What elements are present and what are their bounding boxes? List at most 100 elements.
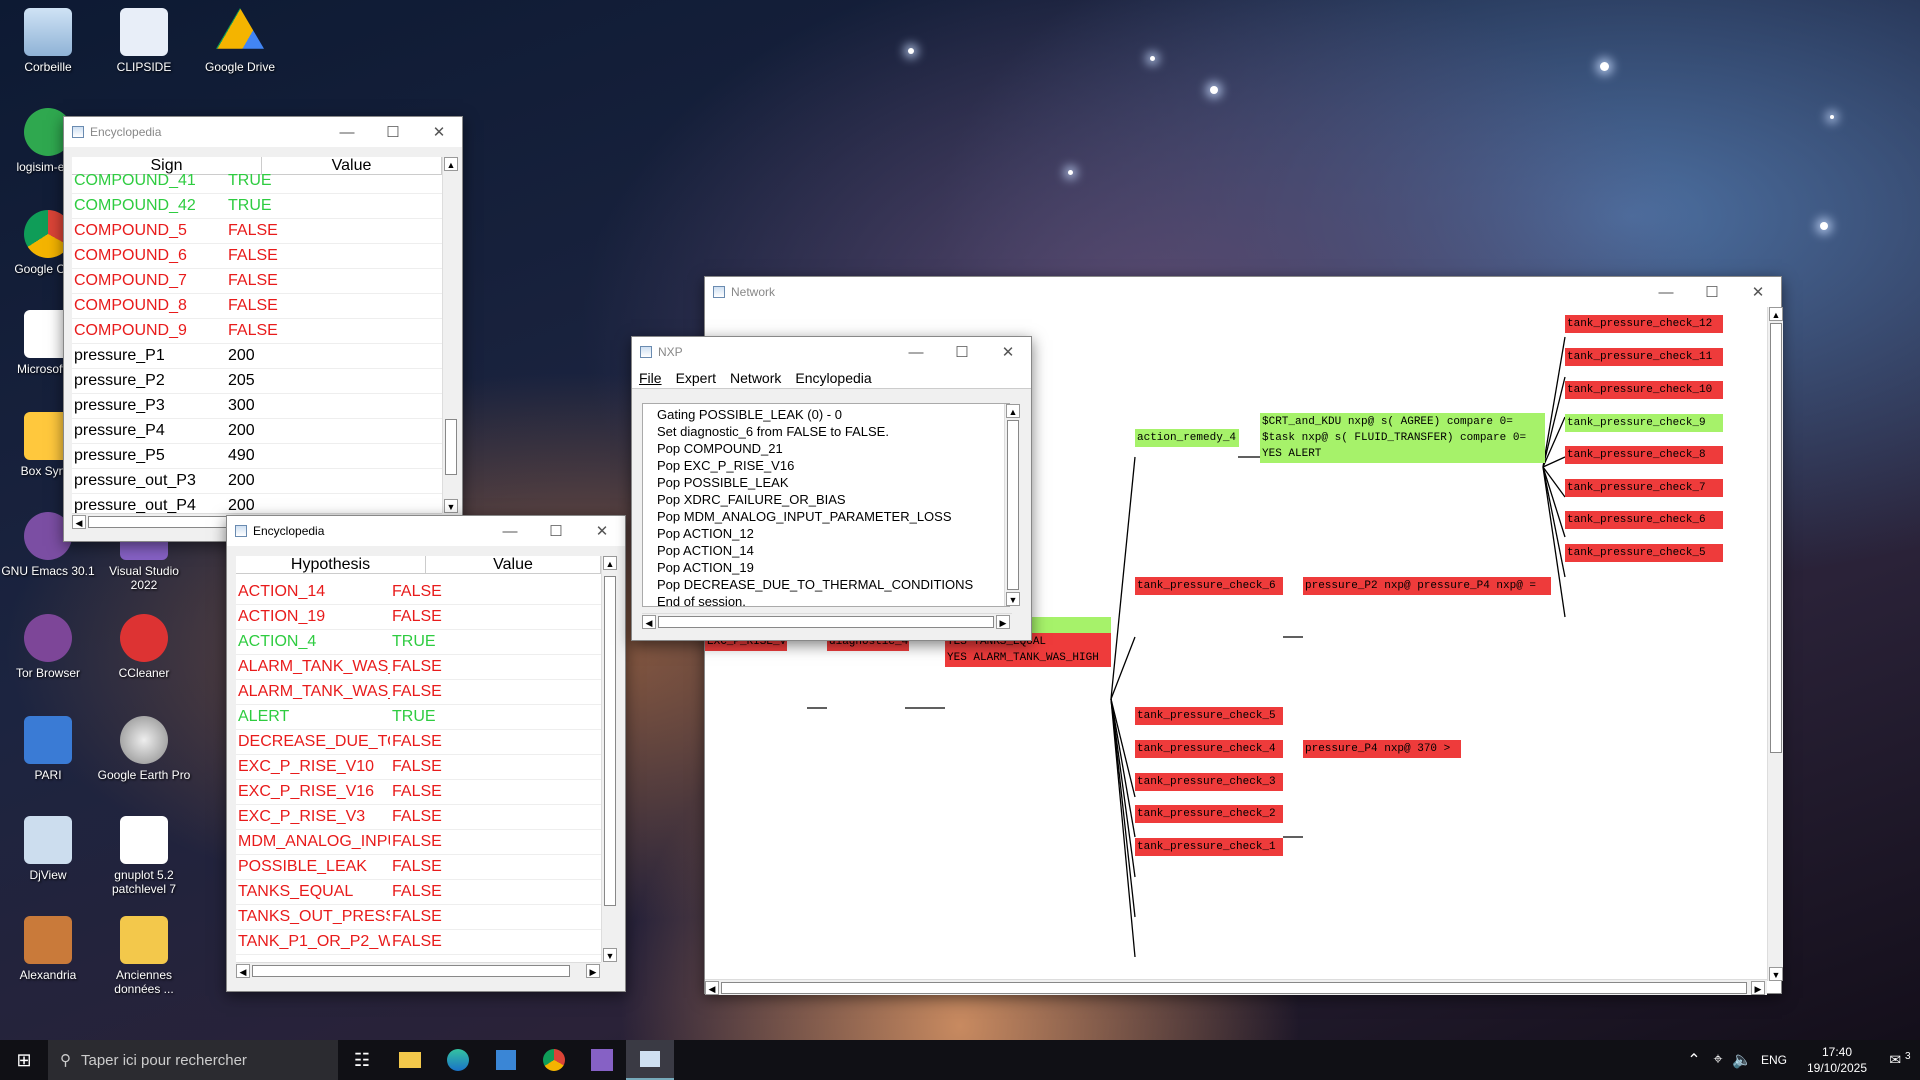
table-row[interactable]: pressure_P2 205 bbox=[72, 369, 442, 394]
desktop-icon-corbeille[interactable]: Corbeille bbox=[0, 8, 96, 74]
desktop-icon-anciennes[interactable]: Anciennes données ... bbox=[96, 916, 192, 996]
maximize-icon[interactable]: ☐ bbox=[533, 522, 579, 540]
table-row[interactable]: TANK_P1_OR_P2_WAS_IFALSE bbox=[236, 930, 601, 955]
close-icon[interactable]: ✕ bbox=[1735, 283, 1781, 301]
desktop-icon-pari[interactable]: PARI bbox=[0, 716, 96, 782]
table-row[interactable]: pressure_out_P4 200 bbox=[72, 494, 442, 513]
desktop-icon-gnuplot[interactable]: gnuplot 5.2 patchlevel 7 bbox=[96, 816, 192, 896]
table-row[interactable]: EXC_P_RISE_V16 FALSE bbox=[236, 780, 601, 805]
table-row[interactable]: ACTION_4 TRUE bbox=[236, 630, 601, 655]
vertical-scrollbar[interactable]: ▲ ▼ bbox=[601, 556, 617, 962]
table-row[interactable]: COMPOUND_7 FALSE bbox=[72, 269, 442, 294]
scroll-thumb[interactable] bbox=[252, 965, 570, 977]
scroll-right-icon[interactable]: ▶ bbox=[586, 964, 600, 978]
table-row[interactable]: pressure_out_P3 200 bbox=[72, 469, 442, 494]
table-row[interactable]: COMPOUND_8 FALSE bbox=[72, 294, 442, 319]
title-bar[interactable]: NXP — ☐ ✕ bbox=[632, 337, 1031, 367]
nxp-taskbar-icon[interactable] bbox=[626, 1040, 674, 1080]
close-icon[interactable]: ✕ bbox=[985, 343, 1031, 361]
desktop-icon-djview[interactable]: DjView bbox=[0, 816, 96, 882]
table-row[interactable]: COMPOUND_5 FALSE bbox=[72, 219, 442, 244]
menu-encylopedia[interactable]: Encylopedia bbox=[788, 370, 878, 386]
network-node[interactable]: action_remedy_4 bbox=[1135, 429, 1239, 447]
network-node[interactable]: tank_pressure_check_8 bbox=[1565, 446, 1723, 464]
scroll-left-icon[interactable]: ◀ bbox=[72, 515, 86, 529]
table-row[interactable]: ALARM_TANK_WAS_HIGFALSE bbox=[236, 655, 601, 680]
column-header-value[interactable]: Value bbox=[426, 556, 601, 573]
network-node[interactable]: tank_pressure_check_5 bbox=[1135, 707, 1283, 725]
table-row[interactable]: pressure_P1 200 bbox=[72, 344, 442, 369]
network-node[interactable]: tank_pressure_check_5 bbox=[1565, 544, 1723, 562]
horizontal-scrollbar[interactable]: ◀ ▶ bbox=[705, 979, 1767, 995]
clock[interactable]: 17:40 19/10/2025 bbox=[1794, 1044, 1880, 1076]
scroll-up-icon[interactable]: ▲ bbox=[444, 157, 458, 171]
table-row[interactable]: EXC_P_RISE_V3 FALSE bbox=[236, 805, 601, 830]
menu-network[interactable]: Network bbox=[723, 370, 788, 386]
table-row[interactable]: POSSIBLE_LEAK FALSE bbox=[236, 855, 601, 880]
edge-icon[interactable] bbox=[434, 1040, 482, 1080]
scroll-thumb[interactable] bbox=[721, 982, 1747, 994]
table-row[interactable]: TANKS_EQUAL FALSE bbox=[236, 880, 601, 905]
table-row[interactable]: COMPOUND_6 FALSE bbox=[72, 244, 442, 269]
network-node[interactable]: tank_pressure_check_2 bbox=[1135, 805, 1283, 823]
language-indicator[interactable]: ENG bbox=[1754, 1053, 1794, 1067]
table-row[interactable]: TANKS_OUT_PRESSUREFALSE bbox=[236, 905, 601, 930]
task-view-icon[interactable]: ☷ bbox=[338, 1040, 386, 1080]
menu-expert[interactable]: Expert bbox=[669, 370, 723, 386]
table-row[interactable]: ALARM_TANK_WAS_P1_FALSE bbox=[236, 680, 601, 705]
network-node[interactable]: pressure_P2 nxp@ pressure_P4 nxp@ = bbox=[1303, 577, 1551, 595]
scroll-up-icon[interactable]: ▲ bbox=[1769, 307, 1783, 321]
scroll-left-icon[interactable]: ◀ bbox=[705, 981, 719, 995]
taskbar-search[interactable]: ⚲ Taper ici pour rechercher bbox=[48, 1040, 338, 1080]
scroll-down-icon[interactable]: ▼ bbox=[603, 948, 617, 962]
minimize-icon[interactable]: — bbox=[893, 344, 939, 361]
scroll-down-icon[interactable]: ▼ bbox=[444, 499, 458, 513]
network-node[interactable]: tank_pressure_check_1 bbox=[1135, 838, 1283, 856]
desktop-icon-google-drive[interactable]: Google Drive bbox=[192, 8, 288, 74]
scroll-thumb[interactable] bbox=[445, 419, 457, 475]
table-row[interactable]: COMPOUND_42 TRUE bbox=[72, 194, 442, 219]
desktop-icon-alexandria[interactable]: Alexandria bbox=[0, 916, 96, 982]
network-node[interactable]: YES ALARM_TANK_WAS_HIGH bbox=[945, 649, 1111, 667]
network-icon[interactable]: ⌖ bbox=[1706, 1051, 1730, 1069]
table-row[interactable]: DECREASE_DUE_TO_THFALSE bbox=[236, 730, 601, 755]
scroll-thumb[interactable] bbox=[1770, 323, 1782, 753]
scroll-right-icon[interactable]: ▶ bbox=[996, 615, 1010, 629]
network-node[interactable]: tank_pressure_check_11 bbox=[1565, 348, 1723, 366]
notifications-icon[interactable]: ✉ 3 bbox=[1880, 1051, 1920, 1069]
minimize-icon[interactable]: — bbox=[1643, 284, 1689, 301]
scroll-up-icon[interactable]: ▲ bbox=[1006, 404, 1020, 418]
close-icon[interactable]: ✕ bbox=[416, 123, 462, 141]
desktop-icon-clipside[interactable]: CLIPSIDE bbox=[96, 8, 192, 74]
minimize-icon[interactable]: — bbox=[487, 523, 533, 540]
table-row[interactable]: pressure_P4 200 bbox=[72, 419, 442, 444]
title-bar[interactable]: Encyclopedia — ☐ ✕ bbox=[64, 117, 462, 147]
menu-file[interactable]: File bbox=[632, 370, 669, 386]
minimize-icon[interactable]: — bbox=[324, 124, 370, 141]
column-header-hypothesis[interactable]: Hypothesis bbox=[236, 556, 426, 573]
network-node[interactable]: tank_pressure_check_6 bbox=[1135, 577, 1283, 595]
scroll-down-icon[interactable]: ▼ bbox=[1769, 967, 1783, 981]
network-node[interactable]: tank_pressure_check_4 bbox=[1135, 740, 1283, 758]
volume-icon[interactable]: 🔈 bbox=[1730, 1050, 1754, 1070]
scroll-right-icon[interactable]: ▶ bbox=[1751, 981, 1765, 995]
table-row[interactable]: MDM_ANALOG_INPUT_PFALSE bbox=[236, 830, 601, 855]
scroll-thumb[interactable] bbox=[658, 616, 994, 628]
network-node[interactable]: tank_pressure_check_7 bbox=[1565, 479, 1723, 497]
desktop-icon-google-earth[interactable]: Google Earth Pro bbox=[96, 716, 192, 782]
network-node[interactable]: tank_pressure_check_12 bbox=[1565, 315, 1723, 333]
maximize-icon[interactable]: ☐ bbox=[1689, 283, 1735, 301]
scroll-left-icon[interactable]: ◀ bbox=[642, 615, 656, 629]
table-row[interactable]: ACTION_19 FALSE bbox=[236, 605, 601, 630]
network-node[interactable]: tank_pressure_check_10 bbox=[1565, 381, 1723, 399]
network-node[interactable]: pressure_P4 nxp@ 370 > bbox=[1303, 740, 1461, 758]
tray-chevron-icon[interactable]: ⌃ bbox=[1682, 1050, 1706, 1070]
store-icon[interactable] bbox=[482, 1040, 530, 1080]
log-vertical-scrollbar[interactable]: ▲ ▼ bbox=[1004, 404, 1020, 606]
visual-studio-taskbar-icon[interactable] bbox=[578, 1040, 626, 1080]
table-row[interactable]: COMPOUND_9 FALSE bbox=[72, 319, 442, 344]
network-node[interactable]: YES ALERT bbox=[1260, 445, 1545, 463]
scroll-thumb[interactable] bbox=[1007, 420, 1019, 590]
scroll-up-icon[interactable]: ▲ bbox=[603, 556, 617, 570]
chrome-taskbar-icon[interactable] bbox=[530, 1040, 578, 1080]
